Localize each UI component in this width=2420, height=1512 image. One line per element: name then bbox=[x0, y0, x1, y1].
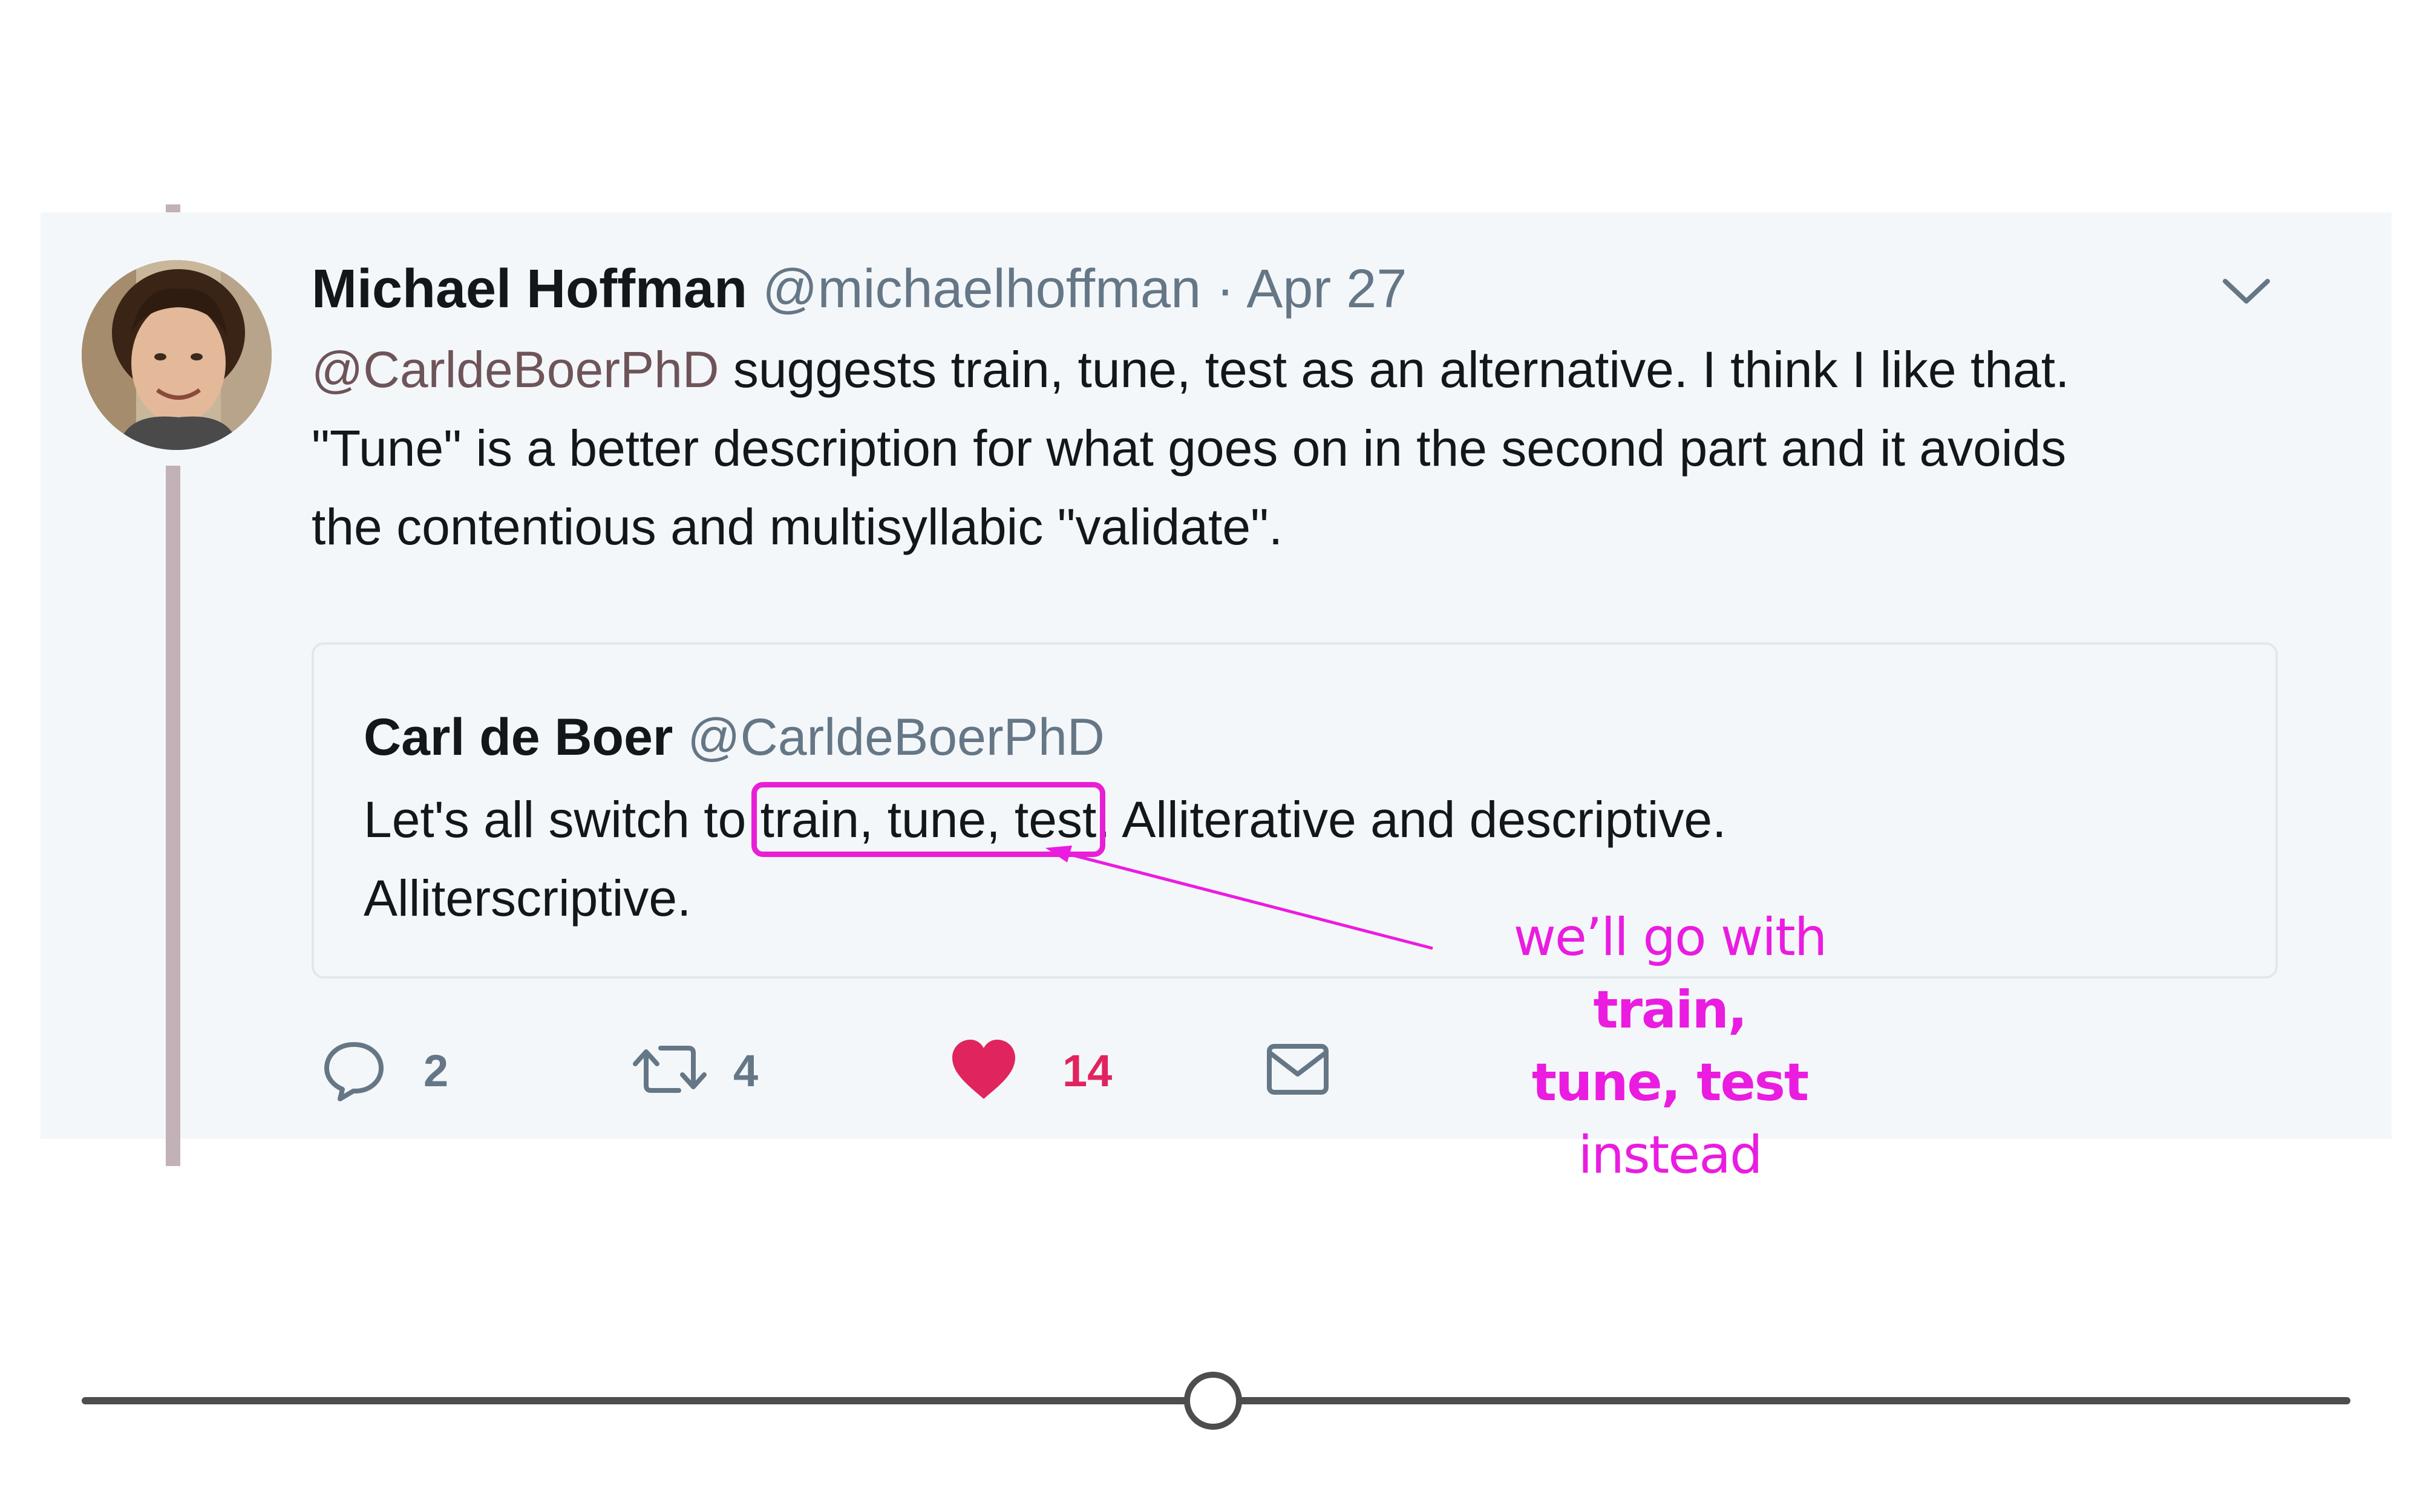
retweet-count: 4 bbox=[733, 1045, 759, 1096]
tweet-text-line-1: @CarldeBoerPhD suggests train, tune, tes… bbox=[312, 330, 2278, 409]
tweet-text: @CarldeBoerPhD suggests train, tune, tes… bbox=[312, 330, 2278, 566]
quoted-text-before: Let's all switch to bbox=[364, 791, 760, 848]
retweet-button[interactable]: 4 bbox=[630, 1034, 758, 1107]
annotation-bold-1: train, bbox=[1593, 980, 1748, 1040]
annotation-plain-1: we’ll go with bbox=[1513, 907, 1828, 968]
quoted-tweet[interactable]: Carl de Boer @CarldeBoerPhD Let's all sw… bbox=[312, 642, 2278, 979]
header-separator: · bbox=[1216, 259, 1235, 319]
heart-icon bbox=[947, 1036, 1020, 1106]
annotation-line-1: we’ll go with train, bbox=[1440, 901, 1900, 1046]
slider-handle[interactable] bbox=[1184, 1372, 1242, 1430]
avatar[interactable] bbox=[82, 260, 272, 450]
envelope-icon bbox=[1264, 1039, 1331, 1103]
avatar-photo bbox=[82, 260, 272, 450]
quoted-author-name: Carl de Boer bbox=[364, 708, 673, 766]
author-name[interactable]: Michael Hoffman bbox=[312, 259, 747, 319]
tweet-header: Michael Hoffman @michaelhoffman · Apr 27 bbox=[312, 253, 1407, 325]
tweet-date[interactable]: Apr 27 bbox=[1246, 259, 1407, 319]
annotation-line-2: tune, test instead bbox=[1440, 1046, 1900, 1191]
quoted-text-after: . Alliterative and descriptive. bbox=[1096, 791, 1727, 848]
highlighted-phrase: train, tune, test bbox=[751, 782, 1106, 857]
author-handle[interactable]: @michaelhoffman bbox=[762, 259, 1201, 319]
annotation-note: we’ll go with train, tune, test instead bbox=[1440, 901, 1900, 1191]
quoted-tweet-header: Carl de Boer @CarldeBoerPhD bbox=[364, 704, 1105, 771]
tweet-text-line-1-rest: suggests train, tune, test as an alterna… bbox=[719, 341, 2070, 398]
reply-button[interactable]: 2 bbox=[321, 1034, 448, 1107]
tweet-text-line-3: the contentious and multisyllabic "valid… bbox=[312, 498, 1283, 555]
slide: Michael Hoffman @michaelhoffman · Apr 27… bbox=[0, 0, 2420, 1512]
like-count: 14 bbox=[1062, 1045, 1113, 1096]
like-button[interactable]: 14 bbox=[947, 1034, 1112, 1107]
quoted-text-line-1: Let's all switch to train, tune, test. A… bbox=[364, 780, 1726, 859]
thread-line bbox=[166, 466, 180, 1166]
retweet-icon bbox=[630, 1036, 709, 1106]
chevron-down-icon[interactable] bbox=[2219, 266, 2274, 314]
reply-count: 2 bbox=[424, 1045, 449, 1096]
quoted-author-handle: @CarldeBoerPhD bbox=[687, 708, 1105, 766]
reply-icon bbox=[321, 1036, 387, 1106]
mention-link[interactable]: @CarldeBoerPhD bbox=[312, 341, 719, 398]
annotation-bold-2: tune, test bbox=[1531, 1052, 1809, 1113]
tweet-text-line-2: "Tune" is a better description for what … bbox=[312, 420, 2067, 477]
direct-message-button[interactable] bbox=[1264, 1034, 1331, 1107]
annotation-plain-2: instead bbox=[1578, 1125, 1762, 1185]
